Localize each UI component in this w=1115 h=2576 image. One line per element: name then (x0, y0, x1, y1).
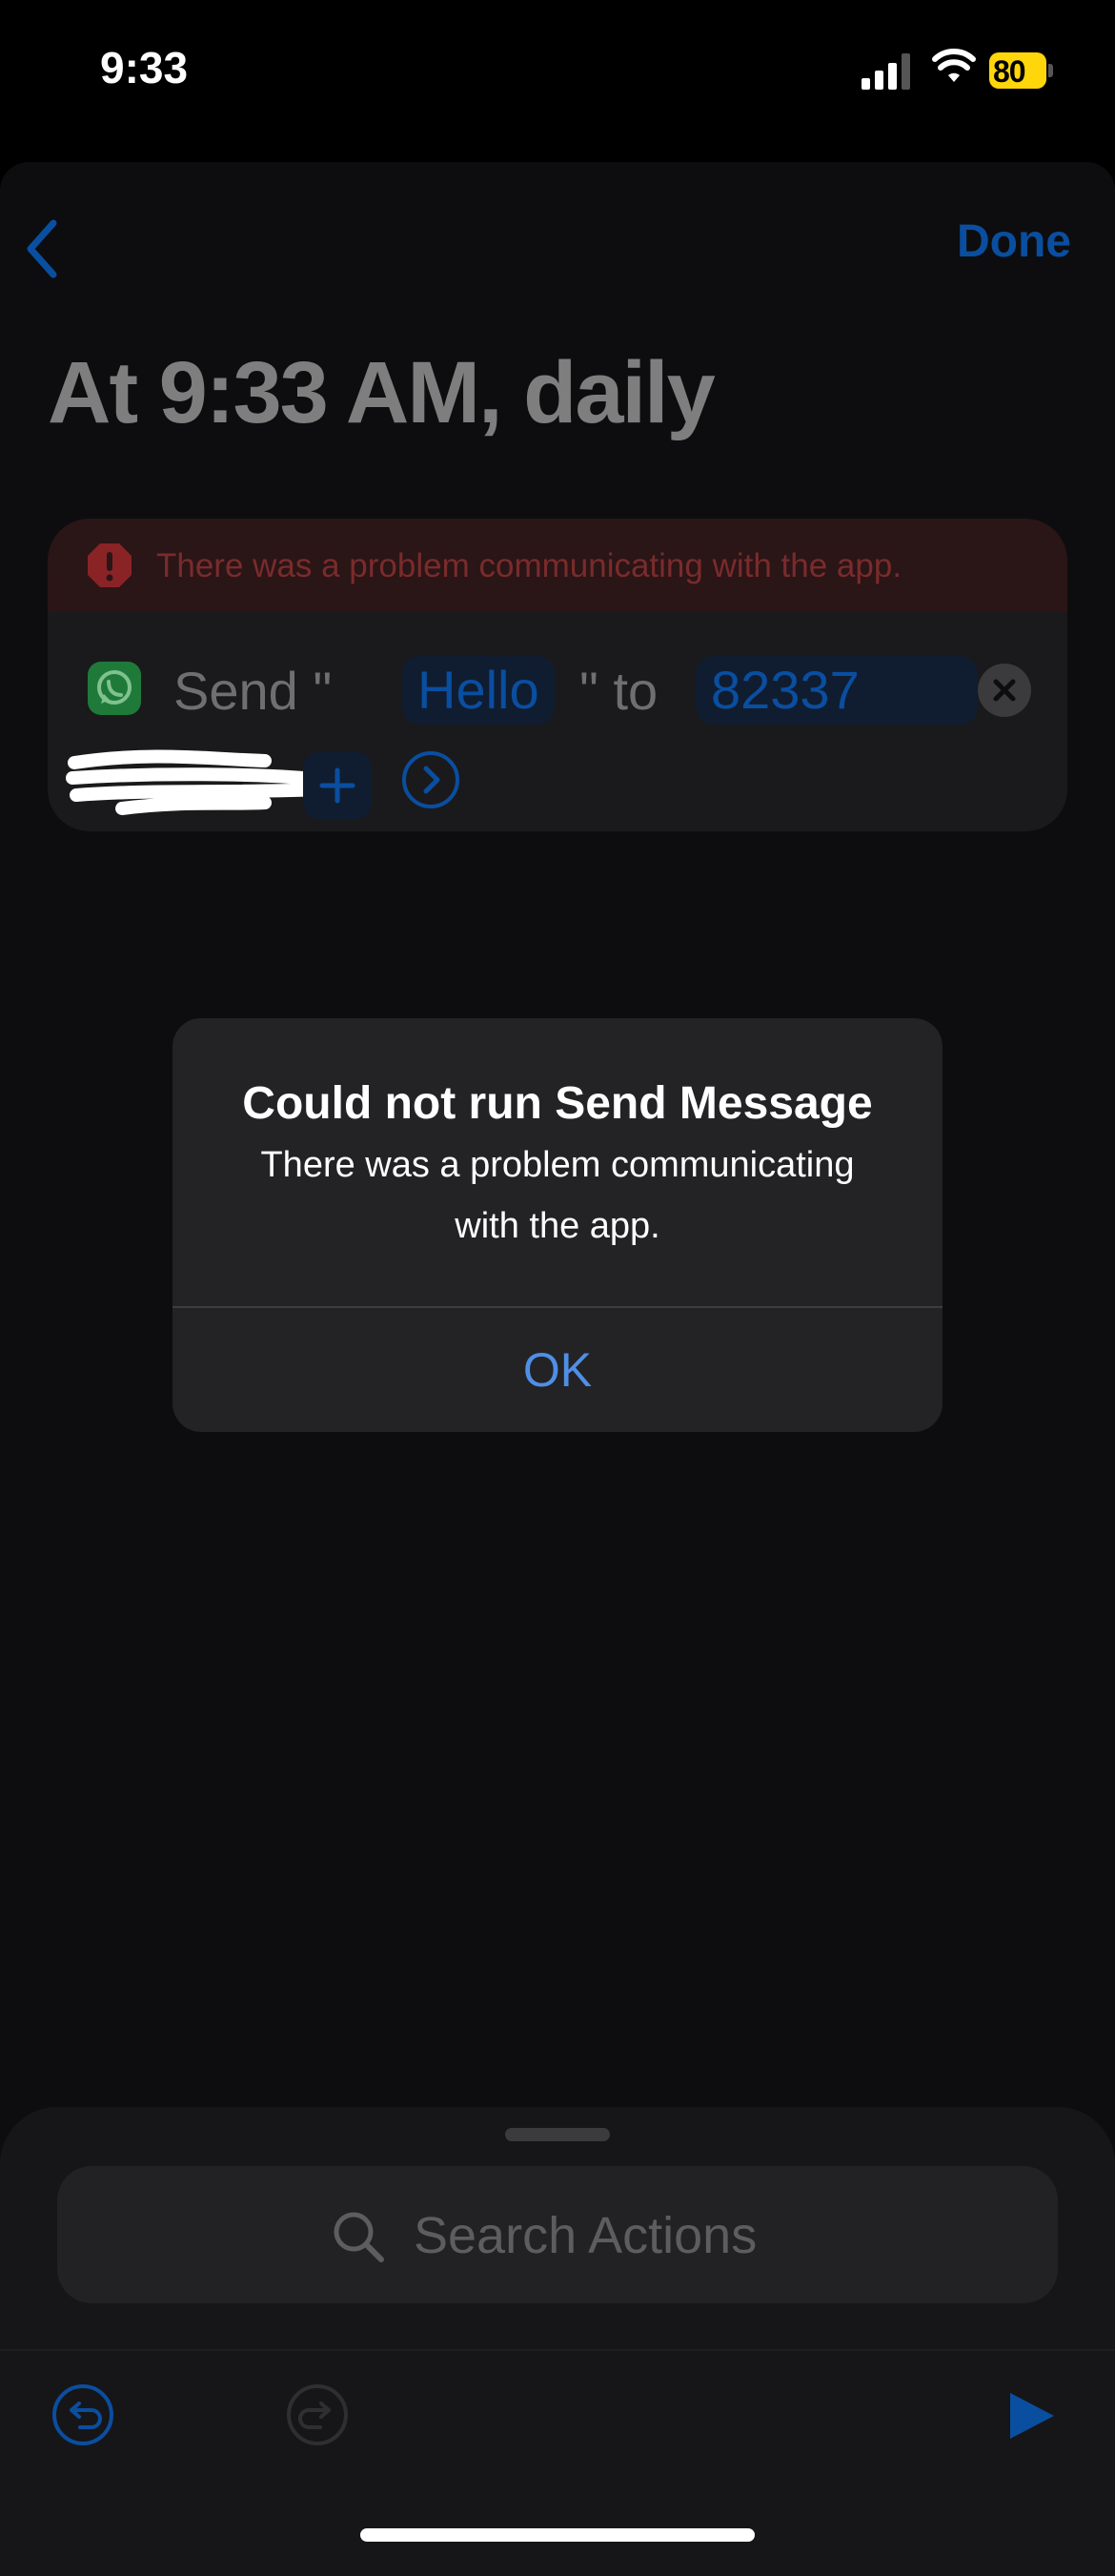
undo-icon[interactable] (51, 2383, 114, 2446)
toolbar-divider (0, 2349, 1115, 2351)
close-icon (993, 679, 1016, 702)
exclamation-icon (88, 543, 132, 587)
whatsapp-icon (88, 662, 141, 715)
send-label: Send " (173, 661, 333, 721)
alert-message: There was a problem communicating with t… (260, 1145, 855, 1246)
clear-action-button[interactable] (978, 664, 1031, 717)
automation-title: At 9:33 AM, daily (48, 344, 716, 441)
battery-level: 80 (993, 54, 1026, 89)
message-token[interactable]: Hello (402, 656, 555, 725)
redo-icon[interactable] (286, 2383, 349, 2446)
error-alert-dialog: Could not run Send Message There was a p… (172, 1018, 943, 1432)
action-row: Send " Hello " to 82337 (48, 612, 1067, 831)
battery-icon: 80 (989, 52, 1054, 89)
back-chevron-icon[interactable] (23, 215, 61, 282)
send-message-action-card[interactable]: There was a problem communicating with t… (48, 519, 1067, 831)
home-indicator[interactable] (360, 2528, 755, 2542)
to-label: " to (579, 661, 659, 721)
error-message: There was a problem communicating with t… (156, 547, 902, 584)
search-placeholder: Search Actions (414, 2207, 758, 2264)
error-banner: There was a problem communicating with t… (48, 519, 1067, 612)
done-button[interactable]: Done (957, 215, 1071, 268)
status-time: 9:33 (100, 43, 189, 92)
show-more-button[interactable] (402, 751, 459, 808)
recipient-token[interactable]: 82337 (696, 656, 978, 725)
search-icon (334, 2212, 384, 2262)
alert-title: Could not run Send Message (242, 1078, 873, 1129)
chevron-right-icon (423, 766, 440, 794)
panel-grabber[interactable] (505, 2128, 610, 2141)
alert-ok-button[interactable]: OK (172, 1308, 943, 1432)
cellular-signal-icon (862, 53, 911, 90)
add-recipient-button[interactable] (303, 751, 372, 820)
run-shortcut-play-icon[interactable] (1006, 2389, 1058, 2443)
redaction-scribble (66, 749, 329, 815)
actions-panel: Search Actions (0, 2107, 1115, 2576)
search-actions-field[interactable]: Search Actions (57, 2166, 1058, 2303)
plus-icon (319, 767, 355, 804)
wifi-icon (932, 49, 976, 82)
status-bar: 9:33 80 (0, 0, 1115, 153)
